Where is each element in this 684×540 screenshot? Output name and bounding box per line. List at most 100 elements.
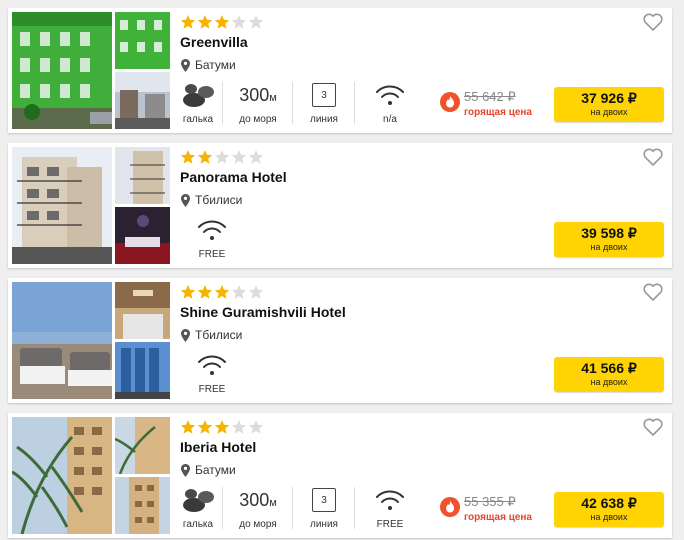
hotel-card[interactable]: Panorama Hotel Тбилиси FREE 39 598 ₽ на … — [8, 143, 672, 268]
hot-offer: 55 355 ₽ горящая цена — [440, 494, 552, 528]
price-note: на двоих — [590, 242, 628, 252]
hot-offer: 55 642 ₽ горящая цена — [440, 89, 552, 123]
hot-price-label: горящая цена — [464, 107, 532, 118]
hotel-photo-main[interactable] — [12, 417, 112, 534]
location-label: Тбилиси — [195, 193, 243, 207]
line-number-box: 3 — [312, 488, 336, 512]
distance-label: до моря — [239, 114, 277, 125]
star-empty-icon — [248, 420, 264, 434]
hotel-location: Батуми — [181, 463, 236, 477]
price-button[interactable]: 39 598 ₽ на двоих — [554, 222, 664, 257]
distance-label: до моря — [239, 519, 277, 530]
hotel-name[interactable]: Iberia Hotel — [180, 439, 256, 455]
star-rating — [180, 419, 264, 435]
star-filled-icon — [214, 420, 230, 434]
favorite-heart-icon[interactable] — [643, 13, 663, 31]
star-filled-icon — [197, 150, 213, 164]
price-note: на двоих — [590, 107, 628, 117]
distance-value: 300 — [239, 489, 270, 510]
hot-price-label: горящая цена — [464, 512, 532, 523]
location-pin-icon — [181, 193, 190, 207]
star-empty-icon — [231, 420, 247, 434]
star-empty-icon — [248, 285, 264, 299]
hotel-photo-thumb[interactable] — [115, 72, 170, 129]
hotel-photo-main[interactable] — [12, 282, 112, 399]
wifi-icon — [198, 220, 226, 240]
star-filled-icon — [180, 15, 196, 29]
star-filled-icon — [180, 420, 196, 434]
favorite-heart-icon[interactable] — [643, 148, 663, 166]
star-empty-icon — [231, 285, 247, 299]
hotel-card[interactable]: Greenvilla Батуми галька 300м до моря 3 … — [8, 8, 672, 133]
beach-line: 3 линия — [302, 485, 346, 531]
wifi-label: FREE — [198, 249, 226, 260]
beach-label: галька — [182, 114, 214, 125]
hotel-photo-thumb[interactable] — [115, 342, 170, 399]
favorite-heart-icon[interactable] — [643, 418, 663, 436]
hotel-card[interactable]: Shine Guramishvili Hotel Тбилиси FREE 41… — [8, 278, 672, 403]
line-label: линия — [310, 114, 338, 125]
wifi-info: FREE — [368, 485, 412, 531]
pebbles-icon — [183, 84, 214, 107]
beach-type: галька — [178, 80, 218, 126]
star-rating — [180, 149, 264, 165]
wifi-label: FREE — [198, 384, 226, 395]
photo-gallery[interactable] — [12, 147, 170, 264]
hotel-photo-thumb[interactable] — [115, 282, 170, 339]
photo-gallery[interactable] — [12, 12, 170, 129]
wifi-info: FREE — [190, 350, 234, 396]
hotel-location: Батуми — [181, 58, 236, 72]
star-filled-icon — [180, 150, 196, 164]
hotel-card[interactable]: Iberia Hotel Батуми галька 300м до моря … — [8, 413, 672, 538]
line-label: линия — [310, 519, 338, 530]
wifi-icon — [376, 85, 404, 105]
distance-to-sea: 300м до моря — [230, 80, 286, 126]
wifi-icon — [376, 490, 404, 510]
hotel-location: Тбилиси — [181, 328, 242, 342]
photo-gallery[interactable] — [12, 282, 170, 399]
wifi-info: n/a — [368, 80, 412, 126]
hotel-photo-main[interactable] — [12, 12, 112, 129]
distance-value: 300 — [239, 84, 270, 105]
wifi-label: n/a — [383, 114, 397, 125]
hotel-name[interactable]: Panorama Hotel — [180, 169, 287, 185]
star-filled-icon — [197, 15, 213, 29]
star-empty-icon — [248, 150, 264, 164]
beach-line: 3 линия — [302, 80, 346, 126]
location-label: Батуми — [195, 463, 236, 477]
star-empty-icon — [231, 15, 247, 29]
price-button[interactable]: 42 638 ₽ на двоих — [554, 492, 664, 527]
wifi-info: FREE — [190, 215, 234, 261]
price-amount: 37 926 ₽ — [581, 90, 637, 106]
star-empty-icon — [231, 150, 247, 164]
old-price: 55 642 ₽ — [464, 89, 516, 104]
star-filled-icon — [180, 285, 196, 299]
old-price: 55 355 ₽ — [464, 494, 516, 509]
hotel-photo-thumb[interactable] — [115, 477, 170, 534]
price-note: на двоих — [590, 512, 628, 522]
wifi-label: FREE — [376, 519, 404, 530]
hotel-name[interactable]: Shine Guramishvili Hotel — [180, 304, 346, 320]
line-number-box: 3 — [312, 83, 336, 107]
location-label: Батуми — [195, 58, 236, 72]
price-button[interactable]: 41 566 ₽ на двоих — [554, 357, 664, 392]
price-button[interactable]: 37 926 ₽ на двоих — [554, 87, 664, 122]
hotel-name[interactable]: Greenvilla — [180, 34, 248, 50]
flame-icon — [440, 92, 460, 112]
hotel-photo-main[interactable] — [12, 147, 112, 264]
star-filled-icon — [197, 420, 213, 434]
price-amount: 39 598 ₽ — [581, 225, 637, 241]
hotel-photo-thumb[interactable] — [115, 207, 170, 264]
beach-type: галька — [178, 485, 218, 531]
location-label: Тбилиси — [195, 328, 243, 342]
hotel-photo-thumb[interactable] — [115, 147, 170, 204]
wifi-icon — [198, 355, 226, 375]
hotel-location: Тбилиси — [181, 193, 242, 207]
photo-gallery[interactable] — [12, 417, 170, 534]
beach-label: галька — [182, 519, 214, 530]
hotel-photo-thumb[interactable] — [115, 417, 170, 474]
price-amount: 42 638 ₽ — [581, 495, 637, 511]
location-pin-icon — [181, 463, 190, 477]
favorite-heart-icon[interactable] — [643, 283, 663, 301]
hotel-photo-thumb[interactable] — [115, 12, 170, 69]
